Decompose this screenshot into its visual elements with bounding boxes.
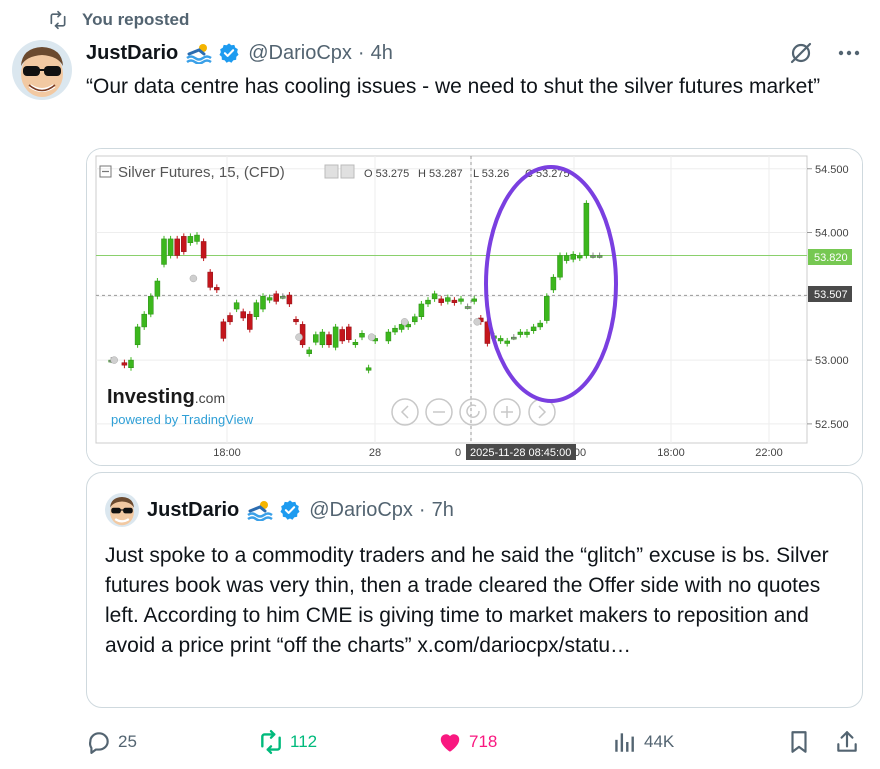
candle — [544, 293, 550, 324]
candle — [418, 300, 425, 320]
candle — [332, 323, 339, 351]
candle — [557, 252, 563, 281]
candle — [141, 311, 147, 330]
author-name[interactable]: JustDario — [86, 42, 178, 65]
event-marker[interactable] — [110, 356, 118, 364]
tweet-text: “Our data centre has cooling issues - we… — [86, 75, 821, 98]
candle — [319, 329, 326, 348]
crosshair-price-tag: 53.507 — [808, 286, 852, 302]
chart-image[interactable]: Silver Futures, 15, (CFD) O 53.275 H 53.… — [86, 148, 863, 466]
bookmark-icon — [791, 731, 807, 753]
svg-text:53.507: 53.507 — [814, 289, 848, 301]
heart-icon — [440, 734, 460, 752]
repost-label: You reposted — [82, 10, 190, 29]
candle — [174, 235, 180, 259]
separator-dot: · — [418, 498, 426, 521]
bookmark-button[interactable] — [786, 726, 812, 758]
share-button[interactable] — [834, 726, 860, 758]
view-count: 44K — [644, 732, 675, 751]
quote-text: Just spoke to a commodity traders and he… — [105, 544, 829, 657]
reply-count: 25 — [118, 732, 137, 751]
quote-timestamp: 7h — [431, 498, 454, 521]
quote-author-name: JustDario — [147, 498, 240, 521]
views-button[interactable]: 44K — [612, 726, 674, 758]
event-marker[interactable] — [295, 333, 303, 341]
settings-gear-icon[interactable] — [340, 164, 355, 179]
candle — [181, 233, 187, 255]
avatar-cartoon-icon — [105, 493, 139, 527]
verified-badge-icon — [280, 500, 300, 520]
share-icon — [837, 731, 857, 752]
current-price-tag: 53.820 — [808, 249, 852, 265]
timestamp[interactable]: 4h — [371, 42, 393, 65]
chart-title: Silver Futures, 15, (CFD) — [118, 164, 285, 181]
swimmer-emoji-icon — [186, 44, 212, 64]
tweet-top-actions — [788, 40, 862, 66]
x-tick-label: 28 — [369, 447, 381, 459]
investing-logo: Investing.com — [107, 386, 225, 408]
settings-eye-icon[interactable] — [324, 164, 339, 179]
author-handle[interactable]: @DarioCpx — [248, 42, 352, 65]
candle — [154, 278, 161, 300]
candle — [550, 274, 557, 293]
candle — [220, 318, 227, 342]
repost-indicator[interactable]: You reposted — [48, 8, 189, 32]
tweet-header: JustDario @DarioCpx · 4h — [86, 38, 393, 68]
separator-dot: · — [357, 41, 365, 64]
y-tick-label: 53.000 — [815, 355, 849, 367]
repost-icon — [261, 729, 281, 755]
verified-badge-icon — [219, 43, 239, 63]
grok-icon[interactable] — [788, 40, 814, 66]
avatar-cartoon-icon — [12, 40, 72, 100]
action-bar: 25 112 718 44K — [86, 726, 866, 758]
reply-icon — [88, 732, 109, 754]
y-tick-label: 52.500 — [815, 419, 849, 431]
more-options-icon[interactable] — [836, 40, 862, 66]
quote-avatar — [105, 493, 139, 527]
candle — [134, 323, 141, 348]
swimmer-emoji-icon — [247, 501, 273, 521]
x-tick-label: 22:00 — [755, 447, 783, 459]
avatar[interactable] — [12, 40, 72, 100]
candle — [200, 238, 207, 262]
crosshair-time-tag: 2025-11-28 08:45:00 — [466, 444, 576, 460]
candle — [207, 269, 213, 291]
candle — [583, 200, 590, 259]
reply-button[interactable]: 25 — [86, 726, 137, 758]
quoted-tweet[interactable]: JustDario @DarioCpx · 7h Just spoke to a… — [86, 472, 863, 708]
candle — [247, 311, 253, 333]
ohlc-open: O 53.275 — [364, 168, 409, 180]
event-marker[interactable] — [473, 318, 481, 326]
x-tick-label: 18:00 — [657, 447, 685, 459]
repost-icon — [50, 10, 66, 30]
event-marker[interactable] — [400, 318, 409, 326]
x-tick-label: 0 — [455, 447, 461, 459]
candle — [346, 323, 352, 343]
quote-header: JustDario @DarioCpx · 7h — [105, 493, 454, 527]
ohlc-low: L 53.26 — [473, 168, 509, 180]
candle — [260, 293, 266, 313]
svg-text:53.820: 53.820 — [814, 252, 848, 264]
ohlc-high: H 53.287 — [418, 168, 463, 180]
x-tick-label: 18:00 — [213, 447, 241, 459]
quote-handle: @DarioCpx — [309, 498, 413, 521]
y-tick-label: 54.500 — [815, 164, 849, 176]
candlestick-chart: Silver Futures, 15, (CFD) O 53.275 H 53.… — [87, 149, 862, 465]
powered-by-label: powered by TradingView — [111, 412, 254, 427]
event-marker[interactable] — [189, 274, 198, 283]
event-marker[interactable] — [367, 333, 376, 341]
candle — [253, 299, 260, 320]
like-button[interactable]: 718 — [437, 726, 497, 758]
candle — [161, 235, 167, 268]
candle — [167, 235, 174, 259]
candle — [148, 293, 154, 318]
svg-text:2025-11-28 08:45:00: 2025-11-28 08:45:00 — [470, 447, 571, 459]
like-count: 718 — [469, 732, 498, 751]
views-chart-icon — [615, 733, 634, 752]
repost-button[interactable]: 112 — [258, 726, 317, 758]
y-tick-label: 54.000 — [815, 228, 849, 240]
repost-count: 112 — [290, 732, 318, 751]
